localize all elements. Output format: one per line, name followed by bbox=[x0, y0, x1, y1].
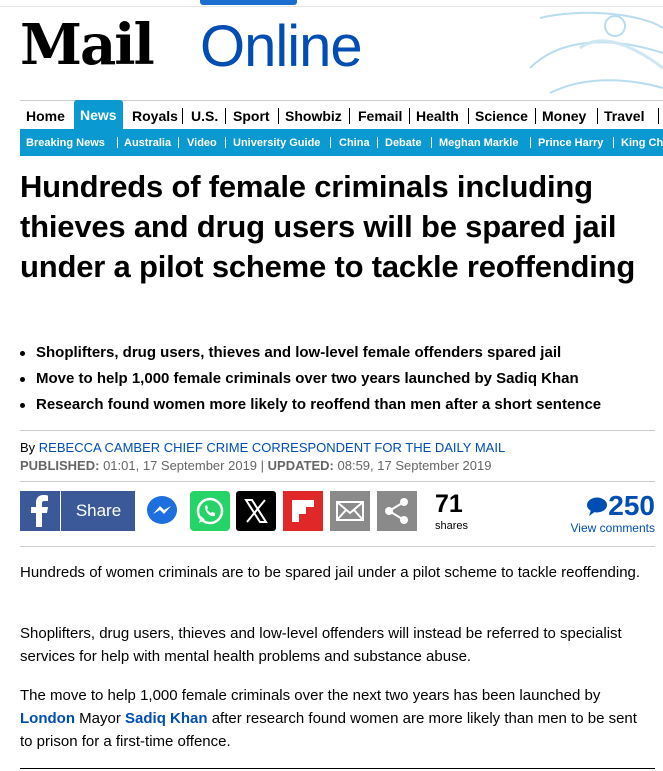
comments-link[interactable]: 250 View comments bbox=[567, 491, 655, 536]
updated-date: 08:59, 17 September 2019 bbox=[337, 458, 492, 473]
flipboard-icon[interactable] bbox=[283, 491, 323, 531]
article-headline: Hundreds of female criminals including t… bbox=[20, 169, 636, 284]
bottom-divider bbox=[20, 768, 655, 769]
divider bbox=[20, 481, 655, 482]
secondary-nav: Breaking News Australia Video University… bbox=[20, 129, 663, 156]
updated-label: UPDATED: bbox=[267, 458, 334, 473]
subnav-meghan-markle[interactable]: Meghan Markle bbox=[439, 129, 518, 156]
london-link[interactable]: London bbox=[20, 710, 75, 727]
top-strip bbox=[0, 0, 663, 7]
subnav-debate[interactable]: Debate bbox=[385, 129, 422, 156]
share-count-label: shares bbox=[435, 520, 469, 532]
nav-separator bbox=[225, 108, 226, 124]
share-count: 71 bbox=[435, 490, 463, 518]
nav-money[interactable]: Money bbox=[536, 101, 592, 129]
masthead-decoration bbox=[529, 11, 663, 94]
nav-home[interactable]: Home bbox=[20, 101, 71, 129]
nav-femail[interactable]: Femail bbox=[352, 101, 408, 129]
nav-us[interactable]: U.S. bbox=[185, 101, 224, 129]
summary-bullet: Move to help 1,000 female criminals over… bbox=[20, 366, 660, 392]
nav-travel[interactable]: Travel bbox=[598, 101, 650, 129]
x-icon[interactable] bbox=[236, 491, 276, 531]
subnav-separator bbox=[117, 137, 118, 148]
facebook-share-label: Share bbox=[75, 501, 122, 520]
share-icon[interactable] bbox=[377, 491, 417, 531]
nav-royals[interactable]: Royals bbox=[126, 101, 184, 129]
summary-bullet: Research found women more likely to reof… bbox=[20, 392, 660, 418]
comments-count-row: 250 bbox=[567, 491, 655, 521]
email-icon[interactable] bbox=[330, 491, 370, 531]
whatsapp-icon[interactable] bbox=[190, 491, 230, 531]
nav-news[interactable]: News bbox=[74, 100, 123, 129]
facebook-share-button[interactable]: Share bbox=[20, 491, 135, 531]
author-link[interactable]: REBECCA CAMBER CHIEF CRIME CORRESPONDENT… bbox=[39, 440, 505, 455]
subnav-prince-harry[interactable]: Prince Harry bbox=[538, 129, 603, 156]
logo-online: Online bbox=[200, 14, 363, 79]
nav-separator bbox=[182, 108, 183, 124]
subnav-video[interactable]: Video bbox=[187, 129, 217, 156]
subnav-china[interactable]: China bbox=[339, 129, 370, 156]
subnav-university-guide[interactable]: University Guide bbox=[233, 129, 320, 156]
published-date: 01:01, 17 September 2019 bbox=[103, 458, 258, 473]
sadiq-khan-link[interactable]: Sadiq Khan bbox=[125, 710, 208, 727]
divider bbox=[20, 430, 655, 431]
subnav-separator bbox=[431, 137, 432, 148]
subnav-breaking-news[interactable]: Breaking News bbox=[26, 129, 105, 156]
nav-showbiz[interactable]: Showbiz bbox=[279, 101, 348, 129]
messenger-icon[interactable] bbox=[142, 491, 182, 531]
dates-separator: | bbox=[260, 458, 265, 473]
comments-label: View comments bbox=[570, 521, 655, 535]
article-paragraph: The move to help 1,000 female criminals … bbox=[20, 684, 650, 753]
subnav-separator bbox=[330, 137, 331, 148]
article-paragraph: Shoplifters, drug users, thieves and low… bbox=[20, 625, 622, 665]
primary-nav: Home News Royals U.S. Sport Showbiz Fema… bbox=[20, 100, 663, 129]
subnav-separator bbox=[377, 137, 378, 148]
paragraph-text: Mayor bbox=[79, 710, 121, 727]
paragraph-text: The move to help 1,000 female criminals … bbox=[20, 687, 601, 704]
comment-bubble-icon bbox=[587, 497, 608, 516]
divider bbox=[20, 546, 655, 547]
summary-bullet: Shoplifters, drug users, thieves and low… bbox=[20, 340, 660, 366]
nav-science[interactable]: Science bbox=[469, 101, 534, 129]
logo-mail: Mail bbox=[20, 12, 155, 78]
article-summary: Shoplifters, drug users, thieves and low… bbox=[20, 340, 660, 418]
published-label: PUBLISHED: bbox=[20, 458, 100, 473]
subnav-australia[interactable]: Australia bbox=[124, 129, 171, 156]
subnav-separator bbox=[530, 137, 531, 148]
nav-sport[interactable]: Sport bbox=[227, 101, 276, 129]
top-tab[interactable] bbox=[200, 0, 297, 5]
subnav-separator bbox=[225, 137, 226, 148]
byline-prefix: By bbox=[20, 440, 36, 455]
subnav-separator bbox=[178, 137, 179, 148]
comments-count: 250 bbox=[608, 490, 655, 521]
facebook-icon bbox=[20, 491, 61, 531]
article-paragraph: Hundreds of women criminals are to be sp… bbox=[20, 564, 641, 581]
top-divider bbox=[0, 6, 663, 7]
article-dates: PUBLISHED: 01:01, 17 September 2019 | UP… bbox=[20, 457, 491, 475]
nav-separator bbox=[349, 108, 350, 124]
nav-health[interactable]: Health bbox=[410, 101, 465, 129]
nav-separator bbox=[658, 108, 659, 124]
byline: By REBECCA CAMBER CHIEF CRIME CORRESPOND… bbox=[20, 439, 505, 457]
subnav-separator bbox=[613, 137, 614, 148]
subnav-king-charles[interactable]: King Ch bbox=[621, 129, 663, 156]
